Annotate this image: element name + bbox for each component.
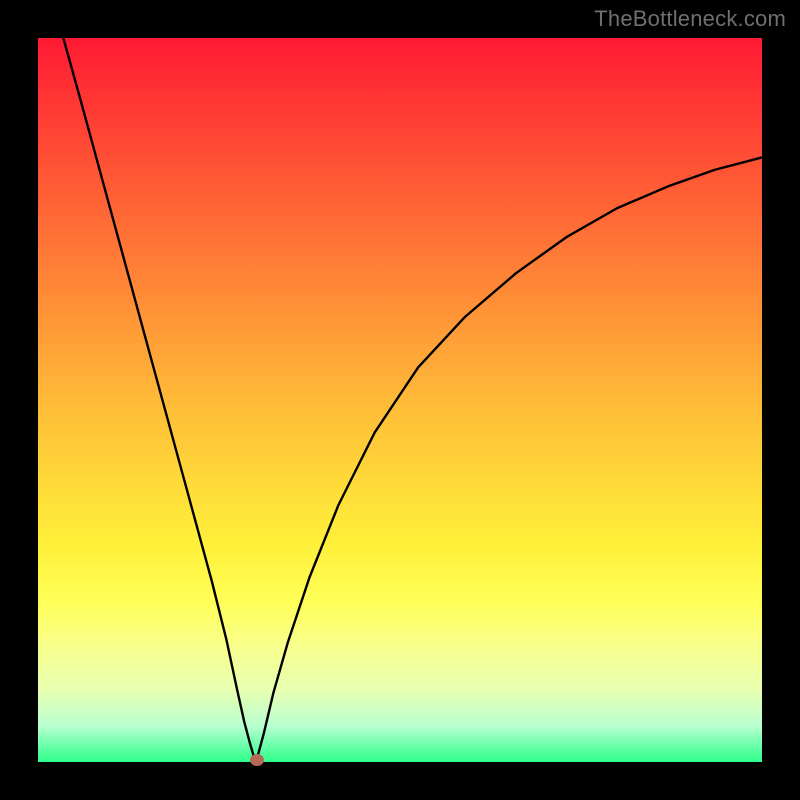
bottleneck-curve — [38, 38, 762, 762]
minimum-marker — [250, 754, 264, 766]
watermark-text: TheBottleneck.com — [594, 6, 786, 32]
chart-frame: TheBottleneck.com — [0, 0, 800, 800]
plot-area — [38, 38, 762, 762]
